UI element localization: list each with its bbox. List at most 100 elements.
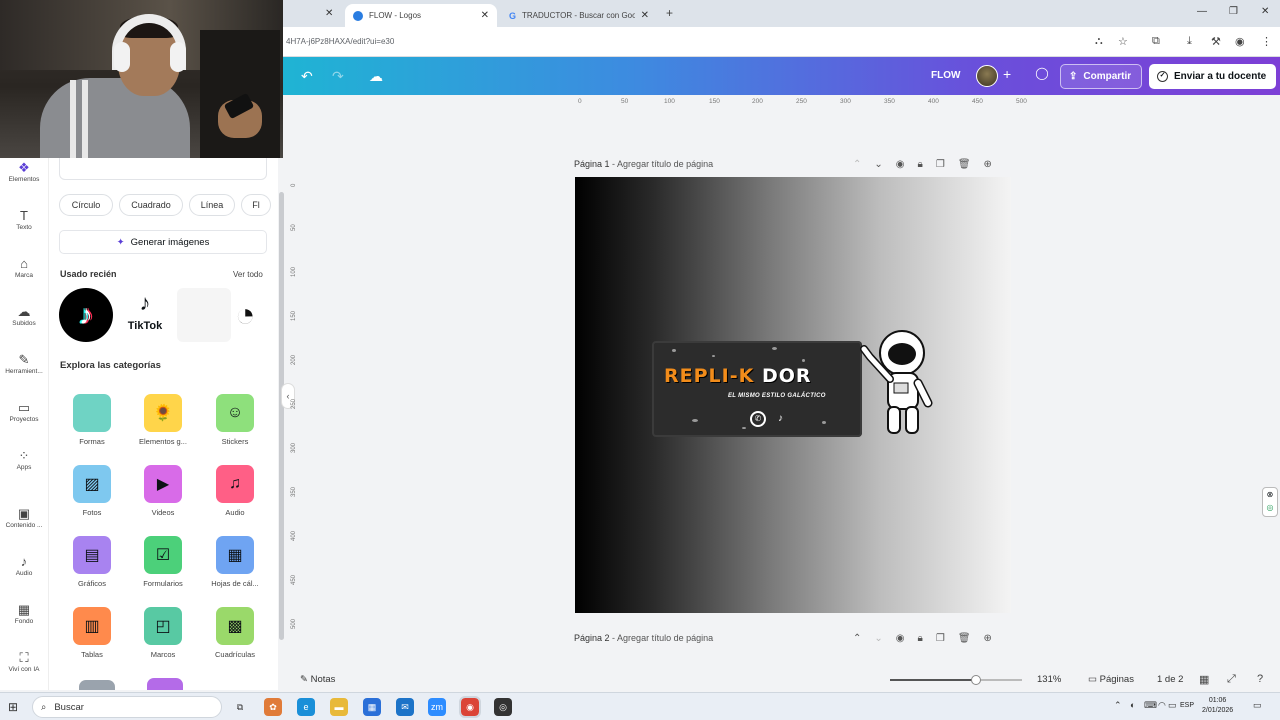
rail-item-projects[interactable]: ▭ Proyectos (0, 400, 48, 423)
chip-square[interactable]: Cuadrado (119, 194, 183, 216)
extensions-icon[interactable]: ⧉ (1152, 35, 1160, 48)
chrome-icon[interactable]: ◉ (459, 696, 481, 718)
translate-icon[interactable]: ⛬ (1095, 35, 1103, 48)
fullscreen-icon[interactable]: ⤢ (1227, 673, 1236, 686)
maximize-icon[interactable]: ❐ (1229, 6, 1238, 17)
undo-icon[interactable]: ↶ (301, 68, 313, 85)
network-icon[interactable]: ⌨ (1144, 700, 1157, 711)
tray-chevron-icon[interactable]: ⌃ (1114, 700, 1122, 711)
rail-item-uploads[interactable]: ☁ Subidos (0, 304, 48, 327)
rail-item-brand[interactable]: ⌂ Marca (0, 256, 48, 279)
close-tab-icon[interactable]: ✕ (641, 10, 649, 21)
category-more-1[interactable] (79, 680, 115, 690)
page-counter[interactable]: 1 de 2 (1157, 674, 1183, 685)
duplicate-icon[interactable]: ❐ (936, 633, 945, 644)
chip-more[interactable]: Fl (241, 194, 271, 216)
chevron-up-icon[interactable]: ⌃ (853, 159, 861, 170)
edge-icon[interactable]: e (297, 698, 315, 716)
assistant-icon[interactable]: ◎ (1267, 503, 1274, 512)
close-tab-icon[interactable]: ✕ (481, 10, 489, 21)
bookmark-star-icon[interactable]: ☆ (1118, 35, 1128, 48)
generate-images-button[interactable]: ✦ Generar imágenes (59, 230, 267, 254)
menu-dots-icon[interactable]: ⋮ (1261, 35, 1272, 48)
zoom-slider-thumb[interactable] (970, 675, 981, 685)
chevron-down-icon[interactable]: ⌄ (874, 633, 882, 644)
category-frames[interactable]: ◰ Marcos (133, 607, 193, 659)
category-audio[interactable]: ♫ Audio (205, 465, 265, 517)
rail-item-content[interactable]: ▣ Contenido ... (0, 506, 48, 529)
add-page-icon[interactable]: ⊕ (984, 633, 992, 644)
clock[interactable]: 01:06 2/01/2026 (1202, 696, 1233, 716)
search-input[interactable] (59, 158, 267, 180)
wifi-icon[interactable]: ◠ (1158, 700, 1166, 711)
tab-traductor[interactable]: G TRADUCTOR - Buscar con Goo ✕ (501, 4, 657, 27)
task-view-icon[interactable]: ⧉ (231, 698, 249, 716)
new-tab-icon[interactable]: + (666, 6, 673, 20)
url-text[interactable]: 4H7A-j6Pz8HAXA/edit?ui=e30 (286, 37, 394, 46)
close-tab-icon[interactable]: ✕ (325, 8, 333, 19)
redo-icon[interactable]: ↷ (332, 68, 344, 85)
avatar[interactable] (976, 65, 998, 87)
chip-line[interactable]: Línea (189, 194, 235, 216)
store-icon[interactable]: ▦ (363, 698, 381, 716)
side-widget[interactable]: ⊗ ◎ (1262, 487, 1278, 517)
grid-view-icon[interactable]: ▦ (1199, 673, 1209, 686)
rail-item-ai[interactable]: ⛶ Viví con IA (0, 650, 48, 673)
logo-banner[interactable]: REPLI-K DOR EL MISMO ESTILO GALÁCTICO ✆ … (652, 341, 862, 437)
category-stickers[interactable]: ☺ Stickers (205, 394, 265, 446)
category-videos[interactable]: ▶ Videos (133, 465, 193, 517)
eye-icon[interactable]: ◉ (896, 159, 905, 170)
cloud-save-icon[interactable]: ☁ (369, 68, 383, 85)
category-photos[interactable]: ▨ Fotos (62, 465, 122, 517)
rail-item-text[interactable]: T Texto (0, 208, 48, 231)
zoom-value[interactable]: 131% (1037, 674, 1061, 685)
chevron-up-icon[interactable]: ⌃ (853, 633, 861, 644)
battery-icon[interactable]: ▭ (1168, 700, 1177, 711)
page-1-title[interactable]: Página 1 - Agregar título de página (574, 159, 713, 169)
file-explorer-icon[interactable]: ▬ (330, 698, 348, 716)
rail-item-tools[interactable]: ✎ Herramient... (0, 352, 48, 375)
rail-item-apps[interactable]: ⁘ Apps (0, 448, 48, 471)
rail-item-audio[interactable]: ♪ Audio (0, 554, 48, 577)
eye-icon[interactable]: ◉ (896, 633, 905, 644)
category-shapes[interactable]: Formas (62, 394, 122, 446)
notes-button[interactable]: ✎ Notas (300, 674, 335, 685)
share-button[interactable]: ⇪ Compartir (1060, 64, 1142, 89)
chip-circle[interactable]: Círculo (59, 194, 113, 216)
add-collaborator-icon[interactable]: + (1003, 66, 1011, 82)
copilot-icon[interactable]: ✿ (264, 698, 282, 716)
page-2-title[interactable]: Página 2 - Agregar título de página (574, 633, 713, 643)
zoom-slider[interactable] (890, 675, 1022, 685)
close-icon[interactable]: ⊗ (1267, 490, 1274, 499)
close-window-icon[interactable]: ✕ (1261, 6, 1269, 17)
mail-icon[interactable]: ✉ (396, 698, 414, 716)
category-forms[interactable]: ☑ Formularios (133, 536, 193, 588)
tab-flow-logos[interactable]: FLOW - Logos ✕ (345, 4, 497, 27)
category-graphics[interactable]: 🌻 Elementos g... (133, 394, 193, 446)
help-icon[interactable]: ? (1257, 673, 1263, 685)
duplicate-icon[interactable]: ❐ (936, 159, 945, 170)
comments-icon[interactable]: ◯ (1032, 66, 1052, 86)
trash-icon[interactable]: 🗑︎ (958, 159, 971, 170)
project-title[interactable]: FLOW (931, 70, 960, 81)
rail-item-background[interactable]: ▦ Fondo (0, 602, 48, 625)
category-tables[interactable]: ▥ Tablas (62, 607, 122, 659)
obs-icon[interactable]: ◎ (494, 698, 512, 716)
pages-button[interactable]: ▭ Páginas (1088, 674, 1134, 685)
tiktok-circle-logo[interactable]: ♪ (59, 288, 113, 342)
add-page-icon[interactable]: ⊕ (984, 159, 992, 170)
lock-icon[interactable]: 🔒︎ (918, 633, 923, 644)
download-icon[interactable]: ⤓ (1187, 35, 1192, 48)
send-to-teacher-button[interactable]: ✓ Enviar a tu docente (1149, 64, 1276, 89)
whatsapp-faded-logo[interactable] (177, 288, 231, 342)
tiktok-wordmark-logo[interactable]: ♪ TikTok (121, 290, 169, 340)
tray-app-icon[interactable]: ◐ (1130, 700, 1135, 710)
tools-icon[interactable]: ⚒ (1211, 35, 1221, 48)
chevron-down-icon[interactable]: ⌄ (874, 159, 882, 170)
category-grids[interactable]: ▩ Cuadrículas (205, 607, 265, 659)
lock-icon[interactable]: 🔒︎ (918, 159, 923, 170)
trash-icon[interactable]: 🗑︎ (958, 633, 971, 644)
category-more-2[interactable] (147, 678, 183, 690)
whatsapp-logo[interactable]: ◔ (235, 288, 278, 342)
design-page-1[interactable]: REPLI-K DOR EL MISMO ESTILO GALÁCTICO ✆ … (575, 177, 1011, 613)
